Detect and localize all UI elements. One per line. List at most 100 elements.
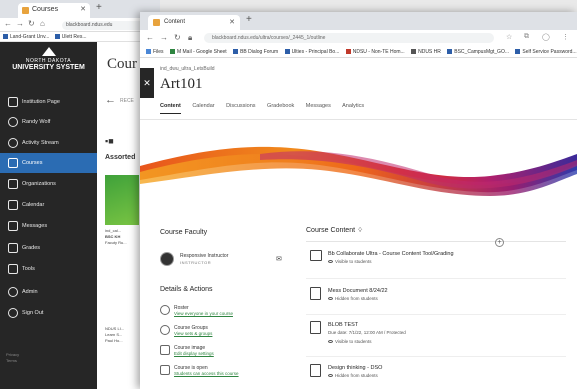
front-url-field[interactable]: blackboard.ndus.edu/ultra/courses/_2445_… bbox=[204, 33, 494, 43]
profile-icon[interactable]: ◯ bbox=[542, 33, 550, 41]
tab-discussions[interactable]: Discussions bbox=[226, 103, 255, 109]
tab-calendar[interactable]: Calendar bbox=[192, 103, 214, 109]
bookmark-icon bbox=[515, 49, 521, 55]
course-content-heading: Course Content 💡︎ bbox=[306, 227, 363, 234]
bookmark-item[interactable]: NDUS HR bbox=[411, 49, 441, 55]
sidebar-item-courses[interactable]: Courses bbox=[0, 153, 97, 173]
roster-icon bbox=[160, 305, 170, 315]
instructor-role: INSTRUCTOR bbox=[180, 260, 212, 265]
course-card[interactable]: ind_cal... BSC KH Facuty Ru... bbox=[105, 228, 135, 246]
document-icon bbox=[310, 287, 321, 300]
course-image-link[interactable]: Edit display settings bbox=[174, 351, 214, 356]
add-content-button[interactable]: + bbox=[495, 238, 504, 247]
front-tab-bar: Content ✕ + bbox=[140, 12, 577, 30]
home-icon[interactable]: ⌂ bbox=[40, 19, 45, 28]
sidebar-item-admin[interactable]: Admin bbox=[0, 282, 97, 302]
back-nav-icon[interactable]: ← bbox=[4, 19, 12, 28]
list-view-icon[interactable]: ▪■ bbox=[105, 136, 121, 146]
sidebar-item-organizations[interactable]: Organizations bbox=[0, 174, 97, 194]
back-tab-bar: Courses ✕ + bbox=[0, 0, 160, 18]
back-nav-icon[interactable]: ← bbox=[146, 33, 154, 42]
bookmark-item[interactable]: Files bbox=[146, 49, 164, 55]
visibility-toggle[interactable]: Hidden from students bbox=[328, 296, 378, 301]
close-tab-icon[interactable]: ✕ bbox=[80, 5, 86, 13]
bookmark-item[interactable]: BB Dialog Forum bbox=[233, 49, 278, 55]
tab-content[interactable]: Content bbox=[160, 103, 181, 114]
content-item[interactable]: Design thinking - DSO Hidden from studen… bbox=[310, 364, 560, 388]
close-tab-icon[interactable]: ✕ bbox=[229, 18, 235, 26]
user-icon bbox=[8, 117, 18, 127]
roster-link[interactable]: View everyone in your course bbox=[174, 311, 233, 316]
visibility-toggle[interactable]: Visible to students bbox=[328, 339, 371, 344]
star-icon[interactable]: ☆ bbox=[506, 33, 512, 41]
forward-nav-icon[interactable]: → bbox=[16, 19, 24, 28]
terms-link[interactable]: Terms bbox=[6, 358, 19, 364]
assignment-icon bbox=[310, 321, 321, 334]
avatar[interactable] bbox=[160, 252, 174, 266]
visibility-toggle[interactable]: Visible to students bbox=[328, 259, 371, 264]
courses-icon bbox=[8, 158, 18, 168]
message-icon[interactable]: ✉ bbox=[276, 255, 282, 263]
bookmark-icon bbox=[284, 49, 290, 55]
tab-messages[interactable]: Messages bbox=[306, 103, 331, 109]
content-item[interactable]: BLOB TEST Due date: 7/1/22, 12:00 AM / P… bbox=[310, 321, 560, 351]
arrow-left-icon[interactable]: ← bbox=[105, 94, 116, 106]
course-card[interactable]: NDUS LI... Learn S... Paul Ho... bbox=[105, 326, 135, 344]
sidebar-footer: Privacy Terms bbox=[6, 352, 19, 364]
bookmark-item[interactable]: M Mail - Google Sheet bbox=[169, 49, 227, 55]
bookmark-item[interactable]: BSC_CampusMgt_GO... bbox=[447, 49, 509, 55]
bookmark-item[interactable]: NDSU - Non-TE Hom... bbox=[345, 49, 405, 55]
bookmark-icon bbox=[411, 49, 417, 55]
sidebar-item-activity-stream[interactable]: Activity Stream bbox=[0, 133, 97, 153]
sidebar-item-grades[interactable]: Grades bbox=[0, 238, 97, 258]
sidebar-item-tools[interactable]: Tools bbox=[0, 259, 97, 279]
new-tab-icon[interactable]: + bbox=[96, 2, 102, 13]
sidebar-item-calendar[interactable]: Calendar bbox=[0, 195, 97, 215]
content-item[interactable]: Bb Collaborate Ultra - Course Content To… bbox=[310, 250, 560, 274]
reload-icon[interactable]: ↻ bbox=[174, 33, 181, 42]
course-group-heading: Assorted bbox=[105, 154, 136, 161]
sidebar-item-messages[interactable]: Messages bbox=[0, 216, 97, 236]
calendar-icon bbox=[8, 200, 18, 210]
tab-gradebook[interactable]: Gradebook bbox=[267, 103, 294, 109]
course-availability-link[interactable]: Students can access this course bbox=[174, 371, 239, 376]
detail-roster: Roster View everyone in your course bbox=[160, 305, 290, 321]
course-banner-image bbox=[140, 120, 577, 206]
grades-icon bbox=[8, 243, 18, 253]
bookmark-item[interactable]: Ulties - Principal Bo... bbox=[284, 49, 339, 55]
sidebar-item-institution-page[interactable]: Institution Page bbox=[0, 92, 97, 112]
content-item[interactable]: Mess Document 8/24/22 Hidden from studen… bbox=[310, 287, 560, 311]
bookmark-item[interactable]: Self Service Password... bbox=[515, 49, 577, 55]
content-item-title[interactable]: Mess Document 8/24/22 bbox=[328, 288, 388, 294]
term-filter-label: RECE bbox=[120, 98, 134, 104]
visibility-toggle[interactable]: Hidden from students bbox=[328, 373, 378, 378]
close-course-panel-button[interactable]: ✕ bbox=[140, 68, 154, 98]
details-actions-heading: Details & Actions bbox=[160, 286, 213, 293]
sidebar-item-profile[interactable]: Randy Wolf bbox=[0, 112, 97, 132]
menu-icon[interactable]: ⋮ bbox=[562, 33, 569, 41]
back-browser-tab[interactable]: Courses ✕ bbox=[18, 3, 90, 18]
extensions-icon[interactable]: ⧉ bbox=[524, 33, 529, 41]
content-item-title[interactable]: Bb Collaborate Ultra - Course Content To… bbox=[328, 251, 454, 257]
item-divider bbox=[306, 314, 566, 315]
reload-icon[interactable]: ↻ bbox=[28, 19, 35, 28]
bookmark-item[interactable]: Ulett Res... bbox=[54, 34, 87, 40]
organizations-icon bbox=[8, 179, 18, 189]
tab-analytics[interactable]: Analytics bbox=[342, 103, 364, 109]
bookmark-item[interactable]: Land-Grant Unv... bbox=[3, 34, 49, 40]
eye-slash-icon bbox=[328, 297, 333, 301]
forward-nav-icon[interactable]: → bbox=[160, 33, 168, 42]
content-item-title[interactable]: BLOB TEST bbox=[328, 322, 358, 328]
lightbulb-icon[interactable]: 💡︎ bbox=[358, 228, 362, 234]
front-browser-tab[interactable]: Content ✕ bbox=[148, 15, 240, 30]
course-card-thumbnail[interactable] bbox=[105, 175, 139, 225]
detail-course-open: Course is open Students can access this … bbox=[160, 365, 290, 381]
new-tab-icon[interactable]: + bbox=[246, 14, 252, 25]
bookmark-icon bbox=[447, 49, 453, 55]
course-nav-tabs: Content Calendar Discussions Gradebook M… bbox=[160, 103, 374, 115]
groups-link[interactable]: View sets & groups bbox=[174, 331, 212, 336]
instructor-name[interactable]: Responsive Instructor bbox=[180, 253, 228, 259]
content-item-title[interactable]: Design thinking - DSO bbox=[328, 365, 382, 371]
sidebar-item-sign-out[interactable]: Sign Out bbox=[0, 303, 97, 323]
groups-icon bbox=[160, 325, 170, 335]
